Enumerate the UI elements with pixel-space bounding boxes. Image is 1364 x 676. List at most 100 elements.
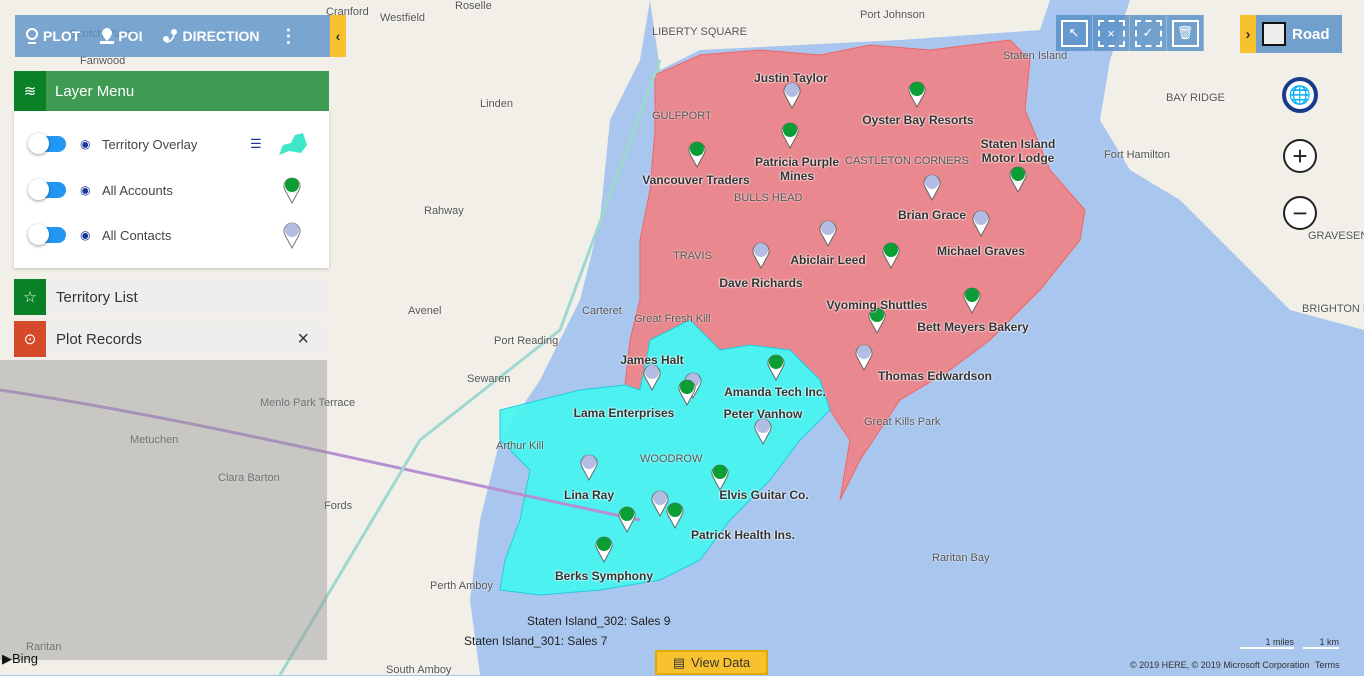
place-label: BULLS HEAD (734, 192, 803, 204)
bing-logo: ▶Bing (2, 651, 39, 666)
all-accounts-toggle[interactable] (28, 179, 66, 200)
place-label: Linden (480, 98, 514, 110)
poi-label: POI (118, 28, 143, 44)
pin-label[interactable]: Vyoming Shuttles (827, 298, 928, 312)
all-contacts-toggle[interactable] (28, 224, 66, 245)
place-label: Arthur Kill (496, 440, 544, 452)
trash-icon: 🗑 (1171, 19, 1199, 47)
layer-menu-body: ◉ Territory Overlay ☰ ◉ All Accounts ◉ A… (14, 111, 329, 268)
eye-icon[interactable]: ◉ (80, 228, 90, 242)
pin-label[interactable]: Patricia Purple Mines (742, 155, 852, 183)
selection-toolbar: ↖ × ✓ 🗑 (1056, 15, 1204, 51)
select-tool-button[interactable]: ↖ (1056, 15, 1093, 51)
territory-map-icon (279, 133, 307, 155)
pin-label[interactable]: Lina Ray (564, 488, 614, 502)
place-label: Great Fresh Kill (634, 313, 711, 325)
layer-label: All Accounts (102, 182, 173, 198)
collapse-panel-button[interactable]: ‹ (330, 15, 346, 57)
plot-records-title: Plot Records (56, 330, 142, 348)
view-data-label: View Data (691, 655, 751, 670)
place-label: Rahway (424, 205, 464, 217)
place-label: Carteret (582, 305, 622, 317)
map-type-selector[interactable]: › Road (1240, 15, 1342, 53)
layer-label: All Contacts (102, 227, 172, 243)
pin-label[interactable]: Vancouver Traders (642, 173, 749, 187)
layer-all-contacts: ◉ All Contacts (14, 220, 329, 250)
place-label: Fords (324, 500, 353, 512)
place-label: Fort Hamilton (1104, 149, 1171, 161)
place-label: WOODROW (640, 453, 703, 465)
terms-link[interactable]: Terms (1315, 660, 1340, 670)
territory-302-label: Staten Island_302: Sales 9 (527, 614, 671, 628)
pin-label[interactable]: Justin Taylor (754, 71, 828, 85)
place-label: BAY RIDGE (1166, 92, 1225, 104)
place-label: Staten Island (1003, 50, 1068, 62)
scale-km: 1 km (1303, 637, 1339, 649)
route-icon (163, 29, 178, 43)
pin-label[interactable]: Patrick Health Ins. (691, 528, 795, 542)
layer-menu-title: Layer Menu (55, 82, 135, 100)
pin-label[interactable]: Brian Grace (898, 208, 966, 222)
territory-list-header[interactable]: ☆ Territory List (14, 279, 327, 315)
scale-miles: 1 miles (1240, 637, 1294, 649)
poi-icon (100, 28, 115, 44)
direction-button[interactable]: DIRECTION (152, 15, 269, 57)
place-label: LIBERTY SQUARE (652, 26, 747, 38)
territory-list-title: Territory List (56, 288, 138, 306)
layers-icon: ≋ (14, 71, 46, 111)
place-label: Perth Amboy (430, 580, 493, 592)
place-label: Great Kills Park (864, 416, 941, 428)
list-icon[interactable]: ☰ (250, 136, 262, 152)
view-data-button[interactable]: ▤ View Data (655, 650, 768, 675)
eye-icon[interactable]: ◉ (80, 137, 90, 151)
place-label: GULFPORT (652, 110, 712, 122)
place-label: Sewaren (467, 373, 511, 385)
chevron-right-icon: › (1240, 15, 1256, 53)
pin-label[interactable]: Staten Island Motor Lodge (963, 137, 1073, 165)
pin-label[interactable]: Lama Enterprises (574, 406, 675, 420)
layer-menu-header[interactable]: ≋ Layer Menu (14, 71, 329, 111)
star-icon: ☆ (14, 279, 46, 315)
bing-label: Bing (12, 651, 39, 666)
pin-label[interactable]: Thomas Edwardson (878, 369, 992, 383)
table-icon: ▤ (672, 654, 686, 670)
eye-icon[interactable]: ◉ (80, 183, 90, 197)
pin-label[interactable]: Michael Graves (937, 244, 1025, 258)
pin-label[interactable]: Berks Symphony (555, 569, 653, 583)
pin-label[interactable]: Peter Vanhow (724, 407, 803, 421)
place-label: GRAVESEND (1308, 230, 1364, 242)
place-label: TRAVIS (673, 250, 712, 262)
delete-button[interactable]: 🗑 (1167, 15, 1204, 51)
pin-label[interactable]: Elvis Guitar Co. (719, 488, 808, 502)
layer-territory-overlay: ◉ Territory Overlay ☰ (14, 129, 329, 159)
place-label: Avenel (408, 305, 442, 317)
map-pin-icon: ⊙ (14, 321, 46, 357)
plot-records-header[interactable]: ⊙ Plot Records × (14, 321, 327, 357)
map-pin-icon (26, 28, 38, 44)
close-icon[interactable]: × (297, 328, 309, 351)
pin-label[interactable]: James Halt (620, 353, 683, 367)
pin-label[interactable]: Amanda Tech Inc. (724, 385, 826, 399)
poi-button[interactable]: POI (90, 15, 152, 57)
map-type-label: Road (1292, 25, 1330, 43)
account-pin-icon (283, 177, 301, 204)
plot-label: PLOT (43, 28, 81, 44)
confirm-selection-button[interactable]: ✓ (1130, 15, 1167, 51)
pin-label[interactable]: Bett Meyers Bakery (917, 320, 1028, 334)
zoom-out-button[interactable]: − (1283, 196, 1317, 230)
plot-button[interactable]: PLOT (15, 15, 90, 57)
place-label: Westfield (380, 12, 426, 24)
locate-globe-icon[interactable]: 🌐 (1282, 77, 1318, 113)
place-label: BRIGHTON BEACH (1302, 303, 1364, 315)
top-toolbar: PLOT POI DIRECTION ⋮ (15, 15, 330, 57)
clear-selection-button[interactable]: × (1093, 15, 1130, 51)
pin-label[interactable]: Oyster Bay Resorts (862, 113, 973, 127)
cursor-click-icon: ↖ (1060, 19, 1088, 47)
more-menu-icon[interactable]: ⋮ (269, 15, 307, 57)
pin-label[interactable]: Dave Richards (719, 276, 802, 290)
pin-label[interactable]: Abiclair Leed (790, 253, 865, 267)
dashed-box-x-icon: × (1097, 19, 1125, 47)
zoom-in-button[interactable]: + (1283, 139, 1317, 173)
territory-overlay-toggle[interactable] (28, 133, 66, 154)
territory-301-label: Staten Island_301: Sales 7 (464, 634, 608, 648)
